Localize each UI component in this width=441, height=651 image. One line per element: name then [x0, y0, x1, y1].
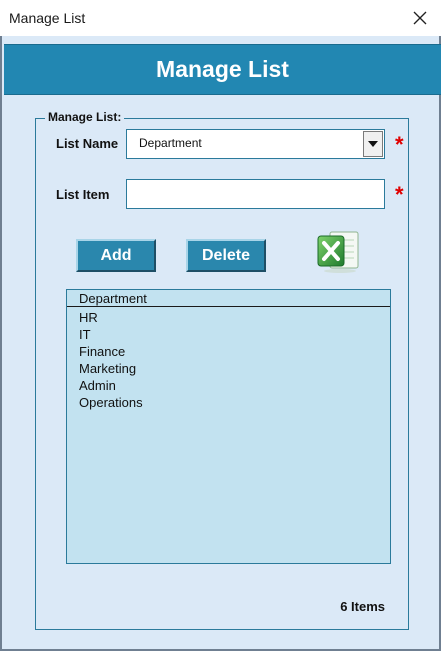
- list-name-combobox[interactable]: Department: [126, 129, 385, 159]
- list-item-label: List Item: [56, 187, 110, 202]
- frame-legend: Manage List:: [45, 110, 125, 124]
- listbox-rows: HR IT Finance Marketing Admin Operations: [79, 309, 143, 411]
- form-header: Manage List: [4, 44, 441, 95]
- list-item[interactable]: Finance: [79, 343, 143, 360]
- list-name-required-marker: *: [395, 132, 404, 157]
- close-icon: [413, 11, 427, 25]
- list-name-value: Department: [139, 136, 202, 150]
- export-excel-button[interactable]: [316, 228, 362, 274]
- item-count-label: 6 Items: [340, 599, 385, 614]
- list-item-input[interactable]: [126, 179, 385, 209]
- list-item[interactable]: IT: [79, 326, 143, 343]
- list-item[interactable]: Admin: [79, 377, 143, 394]
- list-name-dropdown-button[interactable]: [363, 131, 383, 157]
- list-item[interactable]: HR: [79, 309, 143, 326]
- dropdown-arrow-icon: [368, 141, 378, 147]
- listbox-column-header: Department: [67, 290, 390, 307]
- window-titlebar: Manage List: [0, 0, 441, 36]
- list-item-required-marker: *: [395, 182, 404, 207]
- list-name-label: List Name: [56, 136, 119, 151]
- manage-list-form: Manage List Manage List: List Name Depar…: [0, 36, 441, 651]
- add-button[interactable]: Add: [76, 239, 156, 272]
- form-header-title: Manage List: [156, 56, 289, 82]
- list-item[interactable]: Marketing: [79, 360, 143, 377]
- close-button[interactable]: [405, 4, 435, 32]
- list-item[interactable]: Operations: [79, 394, 143, 411]
- excel-icon: [317, 231, 359, 273]
- window-title: Manage List: [9, 10, 86, 26]
- delete-button[interactable]: Delete: [186, 239, 266, 272]
- list-items-listbox[interactable]: Department HR IT Finance Marketing Admin…: [66, 289, 391, 564]
